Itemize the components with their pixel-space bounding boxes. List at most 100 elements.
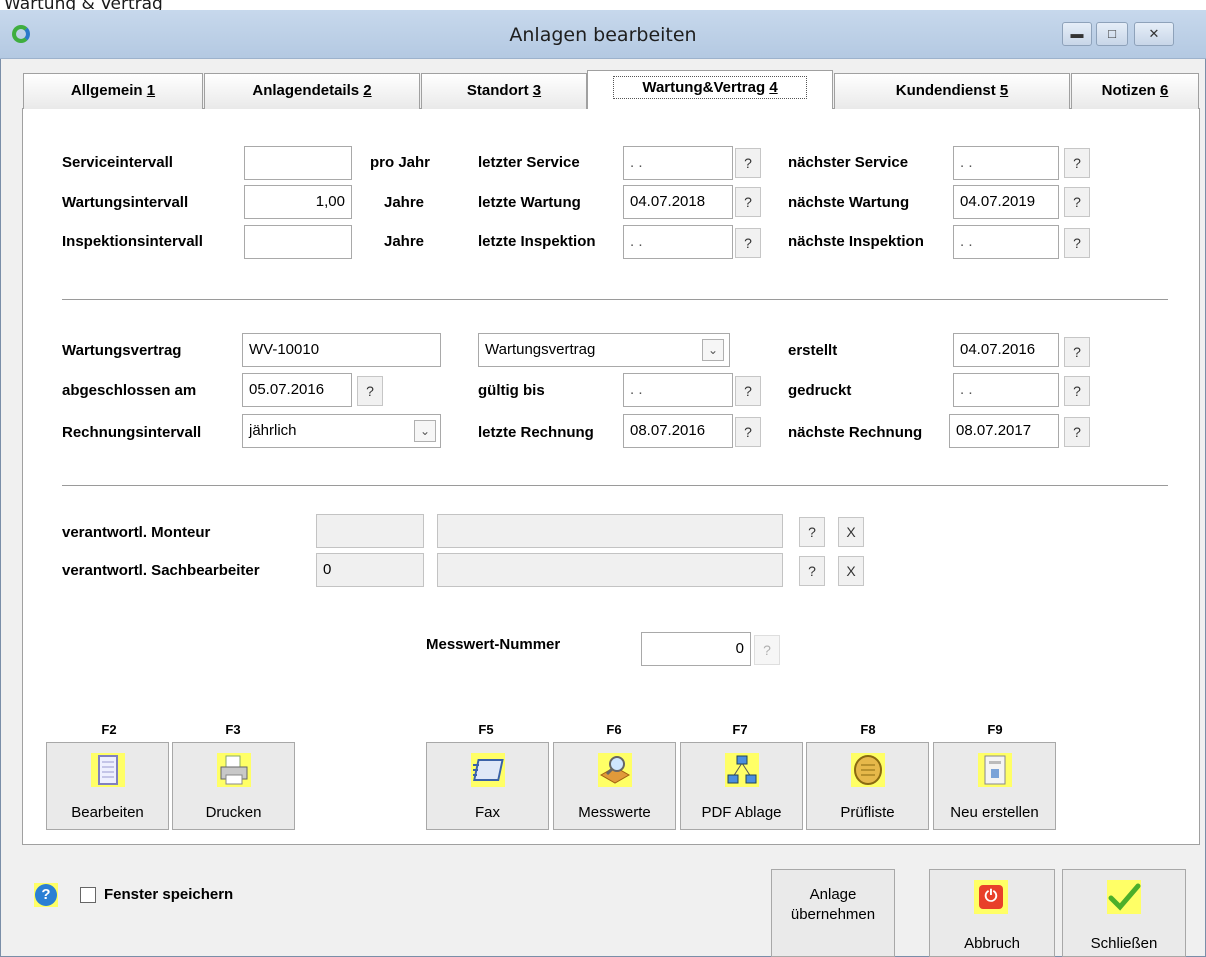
checklist-icon [851, 753, 885, 787]
separator-2 [62, 485, 1168, 486]
fax-icon [471, 753, 505, 787]
naechste-inspektion-lookup-button[interactable]: ? [1064, 228, 1090, 258]
letzte-wartung-input[interactable]: 04.07.2018 [623, 185, 733, 219]
checkmark-icon [1107, 880, 1141, 914]
letzte-wartung-label: letzte Wartung [478, 194, 581, 211]
erstellt-label: erstellt [788, 342, 838, 359]
sachbearbeiter-clear-button[interactable]: X [838, 556, 864, 586]
monteur-lookup-button[interactable]: ? [799, 517, 825, 547]
inspektionsintervall-input[interactable] [244, 225, 352, 259]
rechnungsintervall-select[interactable]: jährlich [242, 414, 441, 448]
erstellt-lookup-button[interactable]: ? [1064, 337, 1090, 367]
separator-1 [62, 299, 1168, 300]
naechste-inspektion-input[interactable]: . . [953, 225, 1059, 259]
letzte-rechnung-input[interactable]: 08.07.2016 [623, 414, 733, 448]
sachbearbeiter-label: verantwortl. Sachbearbeiter [62, 562, 260, 579]
monteur-clear-button[interactable]: X [838, 517, 864, 547]
messwert-label: Messwert-Nummer [426, 636, 561, 653]
fenster-speichern-checkbox[interactable] [80, 887, 96, 903]
window-title: Anlagen bearbeiten [509, 24, 697, 46]
network-icon [725, 753, 759, 787]
letzte-inspektion-input[interactable]: . . [623, 225, 733, 259]
fkey-label: F6 [606, 722, 622, 737]
messwerte-button[interactable]: Messwerte [553, 742, 676, 830]
fkey-label: F3 [225, 722, 241, 737]
naechste-rechnung-input[interactable]: 08.07.2017 [949, 414, 1059, 448]
pdf-ablage-button[interactable]: PDF Ablage [680, 742, 803, 830]
sachbearbeiter-lookup-button[interactable]: ? [799, 556, 825, 586]
gueltig-bis-label: gültig bis [478, 382, 545, 399]
monteur-name-input[interactable] [437, 514, 783, 548]
letzter-service-lookup-button[interactable]: ? [735, 148, 761, 178]
pruefliste-button[interactable]: Prüfliste [806, 742, 929, 830]
chevron-down-icon[interactable]: ⌄ [702, 339, 724, 361]
wartungsintervall-unit: Jahre [384, 194, 425, 211]
serviceintervall-label: Serviceintervall [62, 154, 173, 171]
gueltig-bis-lookup-button[interactable]: ? [735, 376, 761, 406]
tab-notizen[interactable]: Notizen 6 [1071, 73, 1199, 109]
drucken-button[interactable]: Drucken [172, 742, 295, 830]
chevron-down-icon[interactable]: ⌄ [414, 420, 436, 442]
inspektionsintervall-label: Inspektionsintervall [62, 233, 203, 250]
gedruckt-lookup-button[interactable]: ? [1064, 376, 1090, 406]
fkey-label: F7 [732, 722, 748, 737]
printer-icon [217, 753, 251, 787]
tab-kundendienst[interactable]: Kundendienst 5 [834, 73, 1070, 109]
tab-allgemein[interactable]: Allgemein 1 [23, 73, 203, 109]
naechste-rechnung-label: nächste Rechnung [788, 424, 923, 441]
fkey-label: F5 [478, 722, 494, 737]
tab-wartung-vertrag[interactable]: Wartung&Vertrag 4 [587, 70, 833, 110]
neu-erstellen-button[interactable]: Neu erstellen [933, 742, 1056, 830]
abgeschlossen-lookup-button[interactable]: ? [357, 376, 383, 406]
bearbeiten-button[interactable]: Bearbeiten [46, 742, 169, 830]
fax-button[interactable]: Fax [426, 742, 549, 830]
naechste-wartung-input[interactable]: 04.07.2019 [953, 185, 1059, 219]
monteur-label: verantwortl. Monteur [62, 524, 211, 541]
document-new-icon [978, 753, 1012, 787]
letzter-service-label: letzter Service [478, 154, 580, 171]
wartungsintervall-label: Wartungsintervall [62, 194, 189, 211]
wartungsvertrag-input[interactable]: WV-10010 [242, 333, 441, 367]
abgeschlossen-input[interactable]: 05.07.2016 [242, 373, 352, 407]
fkey-label: F9 [987, 722, 1003, 737]
inspektionsintervall-unit: Jahre [384, 233, 425, 250]
letzte-inspektion-lookup-button[interactable]: ? [735, 228, 761, 258]
tab-standort[interactable]: Standort 3 [421, 73, 587, 109]
gedruckt-input[interactable]: . . [953, 373, 1059, 407]
sachbearbeiter-name-input[interactable] [437, 553, 783, 587]
help-icon[interactable]: ? [35, 884, 57, 906]
erstellt-input[interactable]: 04.07.2016 [953, 333, 1059, 367]
anlage-uebernehmen-button[interactable]: Anlage übernehmen [771, 869, 895, 957]
abbruch-button[interactable]: ⏻ Abbruch [929, 869, 1055, 957]
fkey-label: F2 [101, 722, 117, 737]
naechste-inspektion-label: nächste Inspektion [788, 233, 924, 250]
sachbearbeiter-id-input[interactable]: 0 [316, 553, 424, 587]
letzter-service-input[interactable]: . . [623, 146, 733, 180]
naechste-rechnung-lookup-button[interactable]: ? [1064, 417, 1090, 447]
fenster-speichern-label: Fenster speichern [104, 886, 234, 903]
minimize-button[interactable]: ▬ [1062, 22, 1092, 46]
close-window-button[interactable]: ✕ [1134, 22, 1174, 46]
schliessen-button[interactable]: Schließen [1062, 869, 1186, 957]
maximize-button[interactable]: □ [1096, 22, 1128, 46]
measure-icon [598, 753, 632, 787]
naechster-service-lookup-button[interactable]: ? [1064, 148, 1090, 178]
abgeschlossen-label: abgeschlossen am [62, 382, 197, 399]
vertragsart-select[interactable]: Wartungsvertrag [478, 333, 730, 367]
messwert-input[interactable]: 0 [641, 632, 751, 666]
tab-anlagendetails[interactable]: Anlagendetails 2 [204, 73, 420, 109]
monteur-id-input[interactable] [316, 514, 424, 548]
letzte-inspektion-label: letzte Inspektion [478, 233, 596, 250]
rechnungsintervall-label: Rechnungsintervall [62, 424, 202, 441]
power-icon: ⏻ [974, 880, 1008, 914]
gueltig-bis-input[interactable]: . . [623, 373, 733, 407]
gedruckt-label: gedruckt [788, 382, 852, 399]
letzte-wartung-lookup-button[interactable]: ? [735, 187, 761, 217]
notepad-icon [91, 753, 125, 787]
wartungsintervall-input[interactable]: 1,00 [244, 185, 352, 219]
serviceintervall-input[interactable] [244, 146, 352, 180]
naechste-wartung-lookup-button[interactable]: ? [1064, 187, 1090, 217]
naechster-service-input[interactable]: . . [953, 146, 1059, 180]
naechster-service-label: nächster Service [788, 154, 909, 171]
letzte-rechnung-lookup-button[interactable]: ? [735, 417, 761, 447]
